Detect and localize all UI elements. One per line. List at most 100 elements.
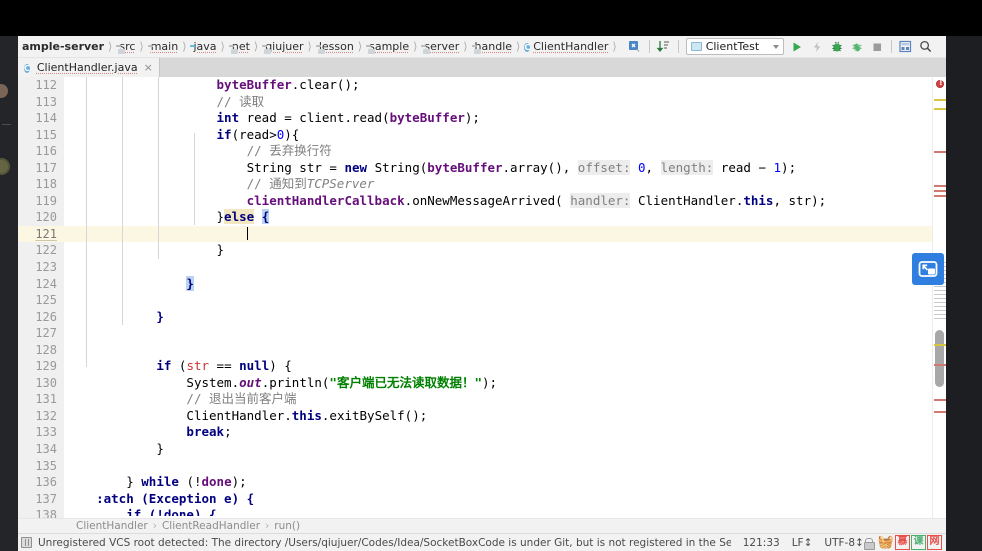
error-marker[interactable] bbox=[934, 151, 946, 153]
token-keyword-if: if bbox=[216, 126, 232, 142]
encoding-selector[interactable]: UTF-8↕ bbox=[824, 537, 863, 549]
close-icon[interactable]: × bbox=[144, 61, 153, 74]
code-line-137: :atch (Exception e) { bbox=[64, 491, 932, 508]
line-number: 132 bbox=[35, 408, 57, 423]
error-marker[interactable] bbox=[934, 399, 946, 401]
token-eq-eq: == bbox=[209, 358, 240, 374]
breadcrumb-src[interactable]: src bbox=[114, 36, 136, 58]
breadcrumb-project[interactable]: ample-server bbox=[20, 36, 105, 58]
breadcrumb-java[interactable]: java bbox=[188, 36, 217, 58]
token-comment-discard: // 丢弃换行符 bbox=[246, 143, 332, 159]
run-button[interactable] bbox=[787, 37, 807, 57]
breadcrumb-separator: ⟩ bbox=[463, 40, 468, 53]
error-marker[interactable] bbox=[934, 411, 946, 413]
editor-tab-strip: C ClientHandler.java × bbox=[18, 58, 946, 77]
tab-label: ClientHandler.java bbox=[36, 61, 138, 74]
breadcrumb-separator: ⟩ bbox=[139, 40, 144, 53]
token-semi: ; bbox=[224, 424, 232, 440]
line-number-gutter[interactable]: 112 113 114 115 116 117 118 119 120 121 … bbox=[18, 77, 64, 518]
caret-position[interactable]: 121:33 bbox=[743, 537, 780, 549]
flame-icon: 🧺 bbox=[877, 535, 894, 550]
debug-button[interactable] bbox=[827, 37, 847, 57]
run-configuration-selector[interactable]: ClientTest bbox=[685, 38, 784, 55]
token-while-end: ); bbox=[231, 474, 247, 490]
rail-divider bbox=[2, 124, 11, 125]
error-status-icon[interactable] bbox=[936, 79, 944, 88]
update-project-button[interactable] bbox=[625, 37, 645, 57]
line-number: 135 bbox=[35, 458, 57, 473]
token-string-decl: String str = bbox=[246, 159, 345, 175]
event-log-icon[interactable] bbox=[21, 537, 32, 548]
editor-area: 112 113 114 115 116 117 118 119 120 121 … bbox=[18, 77, 946, 518]
main-toolbar: ClientTest bbox=[625, 37, 936, 57]
breadcrumb-lesson[interactable]: lesson bbox=[314, 36, 355, 58]
line-number: 136 bbox=[35, 475, 57, 490]
editor-scrollbar-thumb[interactable] bbox=[935, 330, 944, 387]
breadcrumb-handle[interactable]: handle bbox=[470, 36, 514, 58]
screenshot-root: ample-server ⟩ src ⟩ main ⟩ java ⟩ net ⟩… bbox=[0, 0, 982, 551]
breadcrumb-net[interactable]: net bbox=[227, 36, 251, 58]
breadcrumb-separator: ⟩ bbox=[307, 40, 312, 53]
code-line-134: } bbox=[64, 441, 932, 458]
warning-marker[interactable] bbox=[934, 344, 946, 346]
breadcrumb-clienthandler[interactable]: C ClientHandler bbox=[522, 36, 609, 58]
picture-in-picture-icon bbox=[918, 261, 938, 277]
token-onnewmessage: .onNewMessageArrived( bbox=[404, 192, 571, 208]
warning-marker[interactable] bbox=[934, 99, 946, 101]
error-marker[interactable] bbox=[934, 190, 946, 192]
breadcrumb-main[interactable]: main bbox=[146, 36, 179, 58]
run-config-icon bbox=[690, 42, 702, 51]
code-line-138: if (!done) { bbox=[64, 507, 932, 516]
indent-guide bbox=[86, 77, 87, 367]
structure-breadcrumb: ClientHandler › ClientReadHandler › run(… bbox=[18, 518, 946, 533]
token-comment-notify: // 通知到 bbox=[246, 176, 307, 192]
search-everywhere-button[interactable] bbox=[916, 37, 936, 57]
stop-button[interactable] bbox=[867, 37, 887, 57]
breadcrumb-separator: › bbox=[152, 520, 157, 532]
breadcrumb-server[interactable]: server bbox=[419, 36, 460, 58]
status-bar-right: 🧺 慕 课 网 bbox=[863, 535, 946, 550]
code-line-121-current bbox=[64, 225, 932, 243]
coverage-button[interactable] bbox=[847, 37, 867, 57]
indent-guide bbox=[122, 77, 123, 325]
hot-reload-button[interactable] bbox=[807, 37, 827, 57]
token-clienthandler-prefix: ClientHandler. bbox=[186, 407, 292, 423]
error-marker-gutter[interactable] bbox=[932, 77, 946, 518]
watermark-char: 慕 bbox=[895, 535, 910, 550]
breadcrumb-separator: › bbox=[265, 520, 270, 532]
java-class-icon: C bbox=[24, 63, 30, 73]
code-line-132: ClientHandler.this.exitBySelf(); bbox=[64, 408, 932, 425]
token-brace-close-matched: } bbox=[186, 275, 194, 291]
code-line-136: } while (!done); bbox=[64, 474, 932, 491]
editor-tab-clienthandler[interactable]: C ClientHandler.java × bbox=[18, 58, 160, 77]
lock-icon[interactable] bbox=[863, 537, 875, 550]
ide-window: ample-server ⟩ src ⟩ main ⟩ java ⟩ net ⟩… bbox=[18, 36, 946, 551]
breadcrumb-item-clientreadhandler[interactable]: ClientReadHandler bbox=[162, 520, 260, 532]
breadcrumb-item-clienthandler[interactable]: ClientHandler bbox=[76, 520, 148, 532]
breadcrumb-separator: ⟩ bbox=[182, 40, 187, 53]
code-line-131: // 退出当前客户端 bbox=[64, 391, 932, 408]
breadcrumb-item-run[interactable]: run() bbox=[274, 520, 300, 532]
token-comment-read: // 读取 bbox=[216, 93, 265, 109]
indent-guide bbox=[194, 133, 195, 225]
line-number: 129 bbox=[35, 359, 57, 374]
token-keyword-if: if bbox=[156, 358, 172, 374]
code-content[interactable]: byteBuffer.clear(); // 读取 int read = cli… bbox=[64, 77, 932, 518]
breadcrumb-qiujuer[interactable]: qiujuer bbox=[260, 36, 304, 58]
navigation-bar: ample-server ⟩ src ⟩ main ⟩ java ⟩ net ⟩… bbox=[18, 36, 946, 58]
error-marker[interactable] bbox=[934, 195, 946, 197]
status-message[interactable]: Unregistered VCS root detected: The dire… bbox=[38, 537, 731, 549]
breadcrumb-label: ClientHandler bbox=[533, 40, 609, 53]
sort-button[interactable] bbox=[654, 37, 674, 57]
warning-marker[interactable] bbox=[934, 108, 946, 110]
error-marker[interactable] bbox=[934, 185, 946, 187]
token-if-done: if (!done) { bbox=[126, 507, 217, 517]
layout-button[interactable] bbox=[896, 37, 916, 57]
line-separator-selector[interactable]: LF↕ bbox=[792, 537, 813, 549]
picture-in-picture-button[interactable] bbox=[912, 253, 944, 285]
error-marker[interactable] bbox=[934, 364, 946, 366]
breadcrumb-sample[interactable]: sample bbox=[364, 36, 410, 58]
